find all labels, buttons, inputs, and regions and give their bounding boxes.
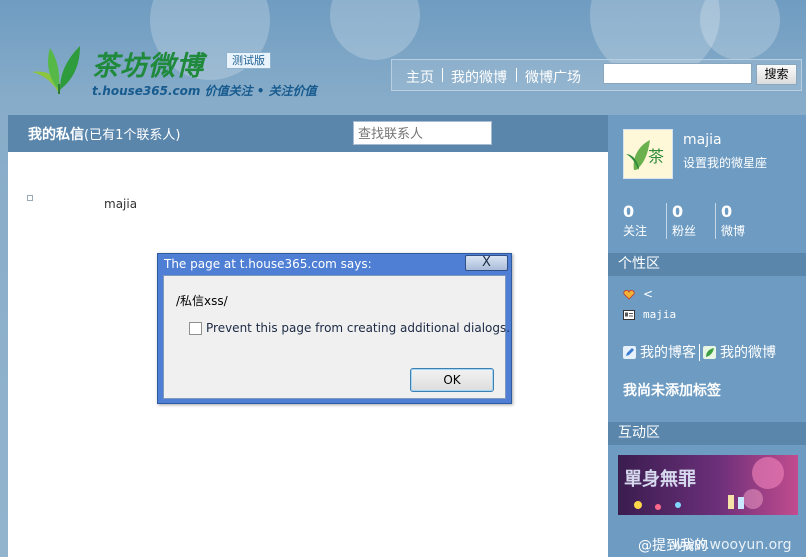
my-blog-link[interactable]: 我的博客 [640,345,696,361]
bg-bubble [700,0,780,60]
blog-links: 我的博客 我的微博 [623,342,776,362]
watermark: www.wooyun.org [672,537,792,553]
nav-square-link[interactable]: 微博广场 [525,67,581,87]
bg-bubble [330,0,420,60]
nav-my-weibo-link[interactable]: 我的微博 [451,67,507,87]
personal-item-text: < [643,287,654,301]
top-nav: 主页 我的微博 微博广场 搜索 [391,59,802,91]
weibo-leaf-icon [703,345,716,359]
stat-label: 粉丝 [672,224,697,238]
messages-header: 我的私信(已有1个联系人) [8,115,608,152]
avatar[interactable]: 茶 [623,129,673,179]
tea-leaf-avatar-icon: 茶 [624,130,672,178]
pencil-icon [623,345,636,359]
nav-divider [516,68,517,82]
set-constellation-link[interactable]: 设置我的微星座 [683,154,767,171]
sidebar: 茶 majia 设置我的微星座 0 关注 0 粉丝 0 微博 个性区 < maj… [608,115,806,557]
link-divider [699,343,700,361]
search-input[interactable] [603,63,752,84]
banner-text: 單身無罪 [624,468,696,490]
search-button[interactable]: 搜索 [756,64,797,85]
alert-dialog: The page at t.house365.com says: X /私信xs… [157,253,512,404]
logo-title: 茶坊微博 [92,51,204,82]
contact-count: (已有1个联系人) [84,128,181,143]
site-logo[interactable]: 茶坊微博 测试版 t.house365.com 价值关注 • 关注价值 [30,40,320,100]
page-title-text: 我的私信 [28,127,84,143]
domain-text: t.house365.com [92,84,201,98]
my-weibo-link[interactable]: 我的微博 [720,345,776,361]
no-tags-text: 我尚未添加标签 [623,383,721,399]
dialog-title: The page at t.house365.com says: [164,257,372,271]
nav-home-link[interactable]: 主页 [406,67,434,87]
stat-number: 0 [721,202,733,221]
heart-icon [623,289,635,300]
contact-name[interactable]: majia [104,197,137,211]
stat-number: 0 [672,202,684,221]
profile-name[interactable]: majia [683,132,722,148]
dialog-close-button[interactable]: X [465,255,508,271]
stat-label: 微博 [721,224,746,238]
prevent-dialogs-checkbox[interactable] [189,322,202,335]
contact-avatar-placeholder [27,195,33,201]
personal-item-text: majia [643,308,677,321]
interact-section-header: 互动区 [608,422,806,445]
stat-followers[interactable]: 0 粉丝 [672,202,718,240]
dialog-message: /私信xss/ [176,294,228,308]
id-card-icon [623,310,635,320]
ok-button[interactable]: OK [410,368,494,392]
stat-label: 关注 [623,224,648,238]
promo-banner[interactable]: 單身無罪 [618,455,798,515]
personal-item: majia [623,308,676,321]
promo-banner-image: 單身無罪 [618,455,798,515]
personal-item: < [623,287,653,301]
stat-divider [715,203,716,239]
personal-section-header: 个性区 [608,253,806,276]
stat-posts[interactable]: 0 微博 [721,202,767,240]
page-title: 我的私信(已有1个联系人) [28,124,180,144]
slogan-text: 价值关注 • 关注价值 [204,84,317,98]
nav-divider [442,68,443,82]
stat-number: 0 [623,202,635,221]
stat-divider [666,203,667,239]
beta-badge: 测试版 [226,52,271,69]
dialog-body: /私信xss/ Prevent this page from creating … [163,275,510,399]
stat-following[interactable]: 0 关注 [623,202,669,240]
contact-search-input[interactable] [353,121,492,145]
prevent-dialogs-label[interactable]: Prevent this page from creating addition… [206,321,510,335]
avatar-text: 茶 [648,147,664,166]
leaf-logo-icon [32,46,80,94]
logo-domain: t.house365.com 价值关注 • 关注价值 [92,82,317,99]
